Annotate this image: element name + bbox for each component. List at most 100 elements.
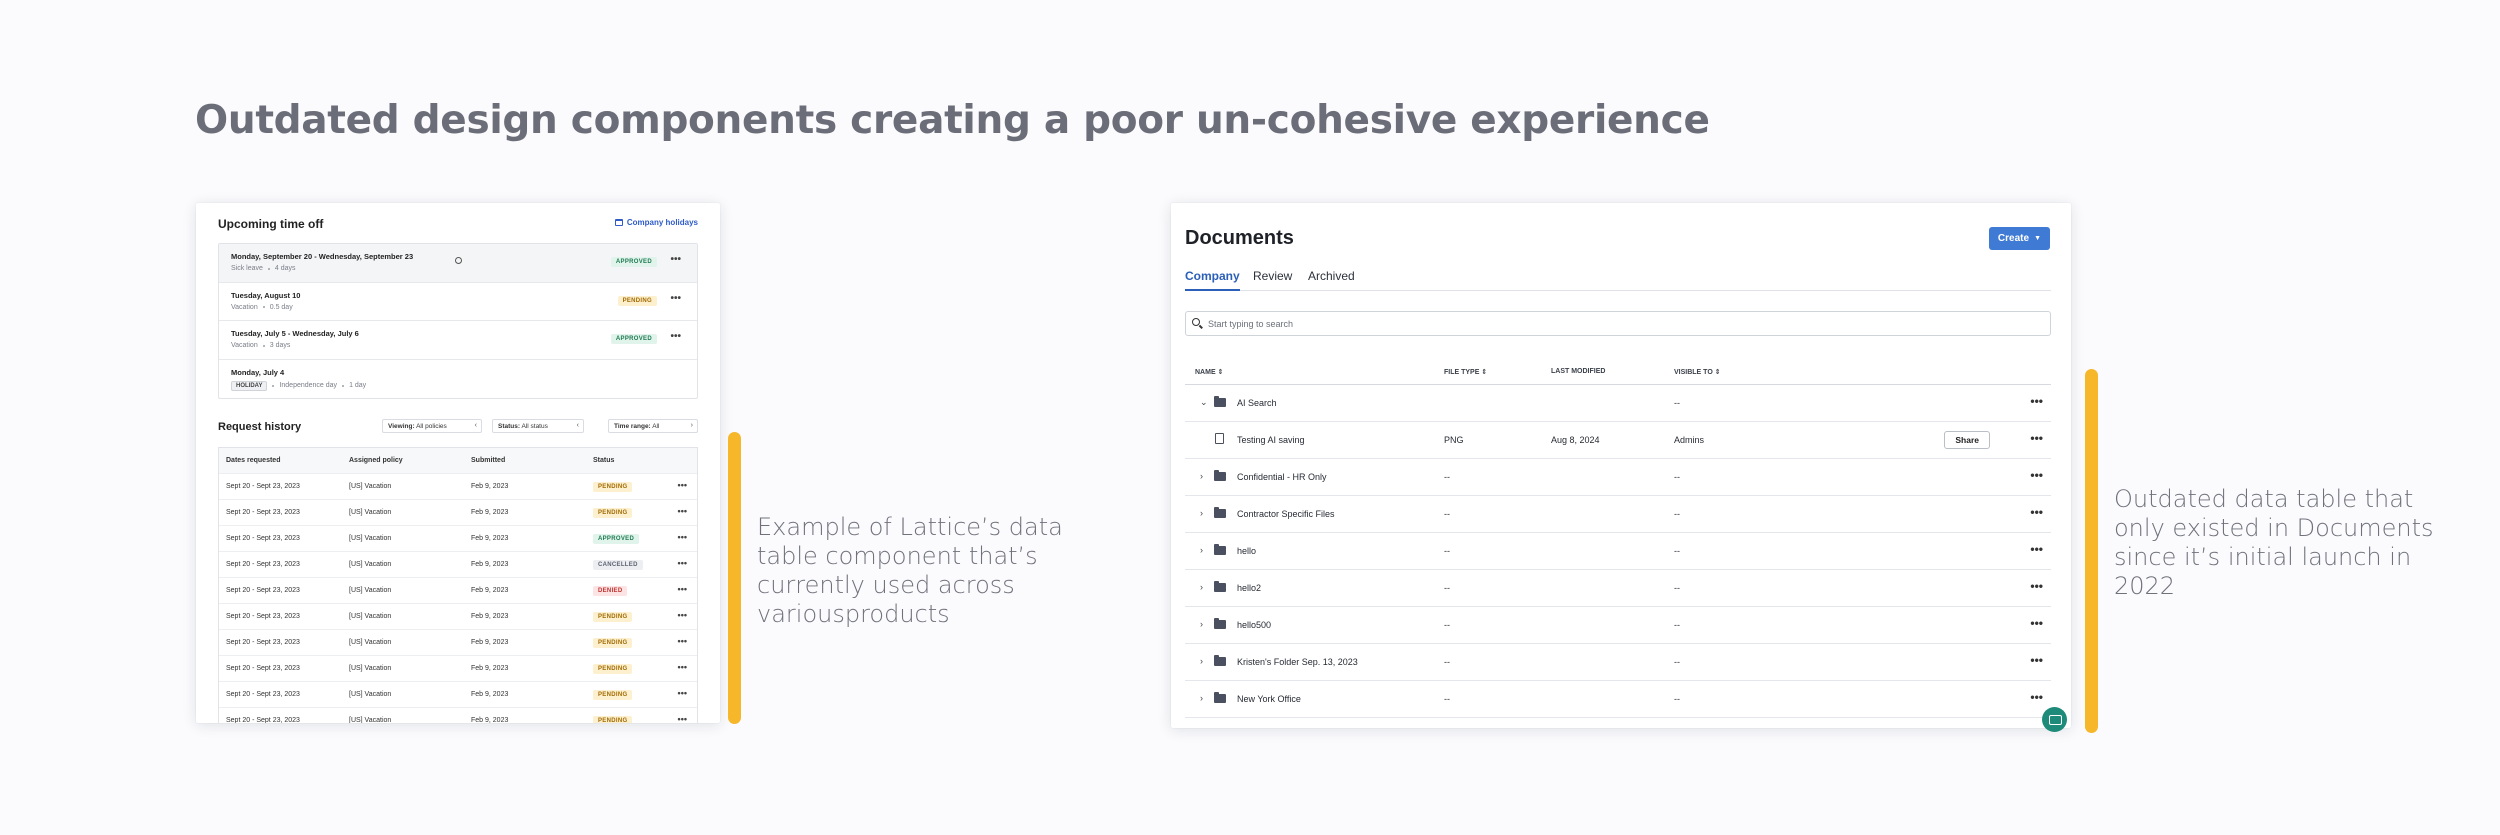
table-cell: [US] Vacation bbox=[349, 561, 392, 568]
status-filter[interactable]: Status: All status ‹ bbox=[492, 419, 584, 433]
time-off-item[interactable]: Tuesday, July 5 - Wednesday, July 6 Vacat… bbox=[219, 321, 697, 360]
chevron-right-icon[interactable]: › bbox=[1200, 693, 1203, 703]
more-options-icon[interactable]: ••• bbox=[2030, 542, 2043, 556]
table-row[interactable]: Sept 20 - Sept 23, 2023 [US] Vacation Feb … bbox=[219, 656, 697, 682]
column-header[interactable]: Dates requested bbox=[226, 457, 280, 464]
table-row[interactable]: › hello -- -- ••• bbox=[1185, 533, 2051, 570]
table-cell: Sept 20 - Sept 23, 2023 bbox=[226, 587, 300, 594]
visible-to-cell: -- bbox=[1674, 657, 1680, 667]
table-row[interactable]: ⌄ AI Search -- ••• bbox=[1185, 385, 2051, 422]
company-holidays-link[interactable]: Company holidays bbox=[614, 218, 698, 227]
document-name[interactable]: Testing AI saving bbox=[1237, 435, 1305, 445]
document-name[interactable]: Contractor Specific Files bbox=[1237, 509, 1335, 519]
column-header[interactable]: Assigned policy bbox=[349, 457, 403, 464]
chevron-right-icon[interactable]: › bbox=[1200, 545, 1203, 555]
more-options-icon[interactable]: ••• bbox=[2030, 616, 2043, 630]
more-options-icon[interactable]: ••• bbox=[2030, 505, 2043, 519]
status-badge: CANCELLED bbox=[593, 560, 643, 570]
time-off-dates: Tuesday, August 10 bbox=[231, 290, 301, 300]
more-options-icon[interactable]: ••• bbox=[670, 331, 681, 342]
table-row[interactable]: Sept 20 - Sept 23, 2023 [US] Vacation Feb … bbox=[219, 604, 697, 630]
document-name[interactable]: Confidential - HR Only bbox=[1237, 472, 1327, 482]
more-options-icon[interactable]: ••• bbox=[678, 480, 687, 490]
documents-title: Documents bbox=[1185, 227, 1294, 249]
table-row[interactable]: Sept 20 - Sept 23, 2023 [US] Vacation Feb … bbox=[219, 526, 697, 552]
column-header[interactable]: Status bbox=[593, 457, 614, 464]
chevron-right-icon[interactable]: › bbox=[1200, 656, 1203, 666]
more-options-icon[interactable]: ••• bbox=[678, 584, 687, 594]
more-options-icon[interactable]: ••• bbox=[670, 254, 681, 265]
table-cell: Feb 9, 2023 bbox=[471, 665, 509, 672]
chevron-right-icon[interactable]: › bbox=[1200, 582, 1203, 592]
table-row[interactable]: › hello500 -- -- ••• bbox=[1185, 607, 2051, 644]
time-range-filter[interactable]: Time range: All › bbox=[608, 419, 698, 433]
request-history-table: Dates requested Assigned policy Submitte… bbox=[218, 447, 698, 723]
table-row[interactable]: › Kristen's Folder Sep. 13, 2023 -- -- ••• bbox=[1185, 644, 2051, 681]
document-name[interactable]: AI Search bbox=[1237, 398, 1277, 408]
chevron-right-icon[interactable]: › bbox=[1200, 508, 1203, 518]
search-input[interactable]: Start typing to search bbox=[1185, 311, 2051, 336]
document-name[interactable]: hello500 bbox=[1237, 620, 1271, 630]
tab-review[interactable]: Review bbox=[1253, 269, 1292, 289]
column-header-label: VISIBLE TO bbox=[1674, 369, 1713, 376]
more-options-icon[interactable]: ••• bbox=[2030, 431, 2043, 445]
document-name[interactable]: hello2 bbox=[1237, 583, 1261, 593]
time-off-item[interactable]: Monday, July 4 HOLIDAY Independence day 1 d… bbox=[219, 360, 697, 399]
cursor-icon bbox=[455, 257, 462, 264]
create-button[interactable]: Create ▼ bbox=[1988, 227, 2050, 250]
column-header-file-type[interactable]: FILE TYPE ⇕ bbox=[1444, 368, 1487, 376]
more-options-icon[interactable]: ••• bbox=[678, 506, 687, 516]
more-options-icon[interactable]: ••• bbox=[678, 636, 687, 646]
table-row[interactable]: Sept 20 - Sept 23, 2023 [US] Vacation Feb … bbox=[219, 630, 697, 656]
table-cell: Feb 9, 2023 bbox=[471, 691, 509, 698]
table-row[interactable]: › New York Office -- -- ••• bbox=[1185, 681, 2051, 718]
time-off-item[interactable]: Monday, September 20 - Wednesday, Septem… bbox=[219, 244, 697, 283]
chevron-right-icon[interactable]: › bbox=[1200, 471, 1203, 481]
more-options-icon[interactable]: ••• bbox=[678, 610, 687, 620]
document-name[interactable]: Kristen's Folder Sep. 13, 2023 bbox=[1237, 657, 1358, 667]
column-header[interactable]: Submitted bbox=[471, 457, 505, 464]
table-row[interactable]: › Contractor Specific Files -- -- ••• bbox=[1185, 496, 2051, 533]
table-row[interactable]: Testing AI saving PNG Aug 8, 2024 Admins Sha… bbox=[1185, 422, 2051, 459]
table-cell: [US] Vacation bbox=[349, 613, 392, 620]
chevron-right-icon[interactable]: › bbox=[1200, 619, 1203, 629]
tab-company[interactable]: Company bbox=[1185, 269, 1240, 291]
search-placeholder: Start typing to search bbox=[1208, 319, 1294, 329]
document-name[interactable]: hello bbox=[1237, 546, 1256, 556]
more-options-icon[interactable]: ••• bbox=[2030, 653, 2043, 667]
table-row[interactable]: Sept 20 - Sept 23, 2023 [US] Vacation Feb … bbox=[219, 578, 697, 604]
visible-to-cell: -- bbox=[1674, 620, 1680, 630]
more-options-icon[interactable]: ••• bbox=[2030, 468, 2043, 482]
column-header-name[interactable]: NAME ⇕ bbox=[1195, 368, 1223, 376]
share-button[interactable]: Share bbox=[1944, 431, 1990, 449]
time-off-item[interactable]: Tuesday, August 10 Vacation 0.5 day PENDING… bbox=[219, 283, 697, 321]
table-row[interactable]: Sept 20 - Sept 23, 2023 [US] Vacation Feb … bbox=[219, 682, 697, 708]
table-row[interactable]: › Confidential - HR Only -- -- ••• bbox=[1185, 459, 2051, 496]
more-options-icon[interactable]: ••• bbox=[2030, 690, 2043, 704]
table-row[interactable]: Sept 20 - Sept 23, 2023 [US] Vacation Feb … bbox=[219, 474, 697, 500]
document-name[interactable]: New York Office bbox=[1237, 694, 1301, 704]
table-row[interactable]: Sept 20 - Sept 23, 2023 [US] Vacation Feb … bbox=[219, 708, 697, 723]
column-header-visible-to[interactable]: VISIBLE TO ⇕ bbox=[1674, 368, 1721, 376]
table-cell: Feb 9, 2023 bbox=[471, 717, 509, 723]
table-cell: Sept 20 - Sept 23, 2023 bbox=[226, 535, 300, 542]
documents-rows: ⌄ AI Search -- ••• Testing AI saving PNG Aug 8… bbox=[1185, 385, 2051, 718]
folder-icon bbox=[1214, 470, 1226, 481]
table-row[interactable]: Sept 20 - Sept 23, 2023 [US] Vacation Feb … bbox=[219, 500, 697, 526]
more-options-icon[interactable]: ••• bbox=[678, 662, 687, 672]
chat-bubble-icon[interactable] bbox=[2042, 707, 2067, 732]
more-options-icon[interactable]: ••• bbox=[2030, 394, 2043, 408]
more-options-icon[interactable]: ••• bbox=[678, 532, 687, 542]
accent-bar-left bbox=[728, 432, 741, 724]
viewing-filter[interactable]: Viewing: All policies ‹ bbox=[382, 419, 482, 433]
more-options-icon[interactable]: ••• bbox=[2030, 579, 2043, 593]
table-row[interactable]: Sept 20 - Sept 23, 2023 [US] Vacation Feb … bbox=[219, 552, 697, 578]
chevron-down-icon[interactable]: ⌄ bbox=[1200, 397, 1208, 408]
table-row[interactable]: › hello2 -- -- ••• bbox=[1185, 570, 2051, 607]
more-options-icon[interactable]: ••• bbox=[678, 558, 687, 568]
tab-archived[interactable]: Archived bbox=[1308, 269, 1355, 289]
more-options-icon[interactable]: ••• bbox=[678, 714, 687, 723]
more-options-icon[interactable]: ••• bbox=[678, 688, 687, 698]
more-options-icon[interactable]: ••• bbox=[670, 293, 681, 304]
column-header-last-modified[interactable]: LAST MODIFIED bbox=[1551, 368, 1605, 375]
